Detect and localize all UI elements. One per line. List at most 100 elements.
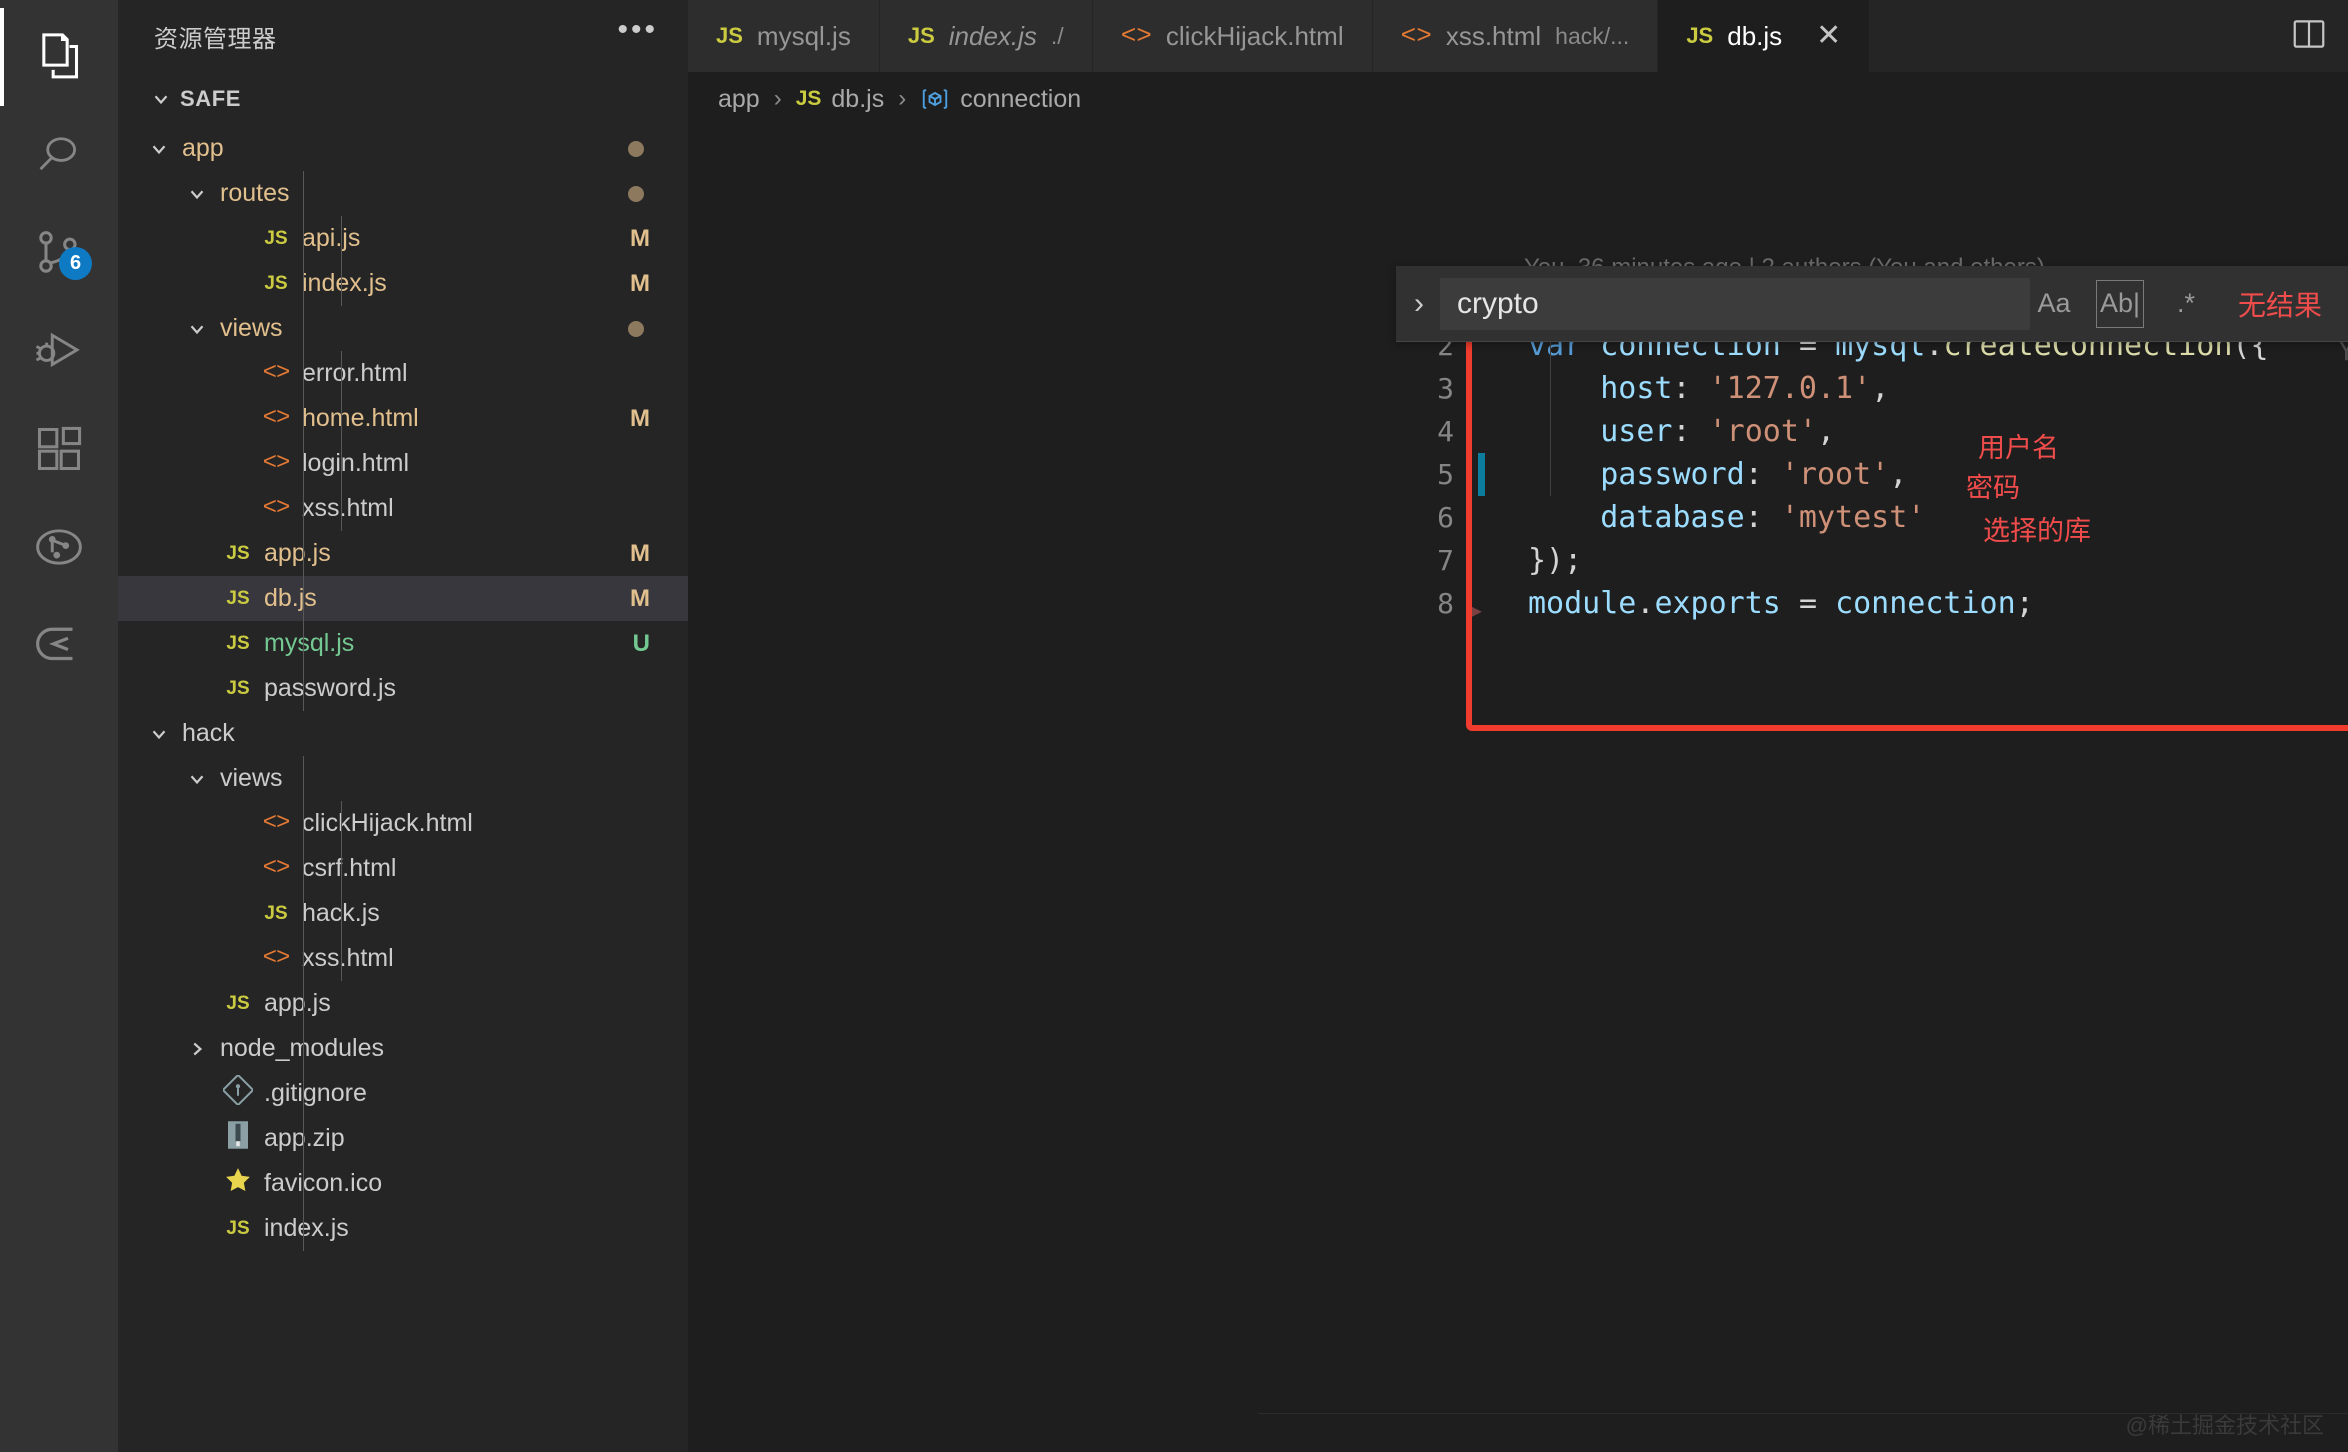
tab-xss-html[interactable]: <> xss.html hack/...: [1372, 0, 1659, 72]
fold-marker-icon[interactable]: ▶: [1470, 589, 1482, 632]
tree-item-index-js[interactable]: JS index.js M: [118, 261, 688, 306]
match-case-icon[interactable]: Aa: [2030, 280, 2078, 328]
chevron-down-icon[interactable]: [140, 723, 178, 745]
tab-clickhijack-html[interactable]: <> clickHijack.html: [1092, 0, 1373, 72]
breadcrumb-separator: ›: [898, 85, 907, 112]
tree-item-login-html[interactable]: <> login.html: [118, 441, 688, 486]
tree-item-password-js[interactable]: JS password.js: [118, 666, 688, 711]
tree-item-db-js[interactable]: JS db.js M: [118, 576, 688, 621]
tree-item-app-js[interactable]: JS app.js M: [118, 531, 688, 576]
tree-item-label: hack: [182, 719, 235, 747]
editor-tabbar: JS mysql.js JS index.js ./ <> clickHijack.html…: [688, 0, 2348, 72]
tree-item-views[interactable]: views: [118, 306, 688, 351]
tree-item-mysql-js[interactable]: JS mysql.js U: [118, 621, 688, 666]
html-icon: <>: [1120, 21, 1152, 51]
breadcrumb-label: connection: [960, 84, 1082, 113]
toggle-replace-icon[interactable]: ›: [1414, 287, 1424, 321]
tree-item-xss-html[interactable]: <> xss.html: [118, 486, 688, 531]
tree-item-home-html[interactable]: <> home.html M: [118, 396, 688, 441]
use-regex-icon[interactable]: .*: [2162, 280, 2210, 328]
breadcrumb-item-db-js[interactable]: JS db.js: [796, 85, 885, 114]
git-status-badge: M: [630, 404, 650, 432]
tree-item-node-modules[interactable]: node_modules: [118, 1026, 688, 1071]
file-tree[interactable]: app routes JS api.js M JS index.js Mviews <> erro…: [118, 126, 688, 1452]
files-icon: [31, 29, 87, 85]
code-line: 6 database: 'mytest': [688, 496, 2348, 539]
sidebar-title: 资源管理器: [154, 25, 277, 53]
tree-item-app[interactable]: app: [118, 126, 688, 171]
code-text: user: 'root',: [1600, 414, 1836, 449]
file-type-icon: <>: [254, 360, 298, 387]
chevron-down-icon[interactable]: [178, 318, 216, 340]
breadcrumb: app › JS db.js › connection: [688, 72, 2348, 126]
tree-item-error-html[interactable]: <> error.html: [118, 351, 688, 396]
tree-item-hack[interactable]: hack: [118, 711, 688, 756]
tree-item-xss-html[interactable]: <> xss.html: [118, 936, 688, 981]
tab-db-js[interactable]: JS db.js ✕: [1658, 0, 1871, 72]
tree-item-views[interactable]: views: [118, 756, 688, 801]
tree-item--gitignore[interactable]: .gitignore: [118, 1071, 688, 1116]
run-debug-icon: [32, 324, 86, 378]
chevron-down-icon[interactable]: [178, 768, 216, 790]
split-editor-icon[interactable]: [2290, 15, 2328, 58]
tree-item-routes[interactable]: routes: [118, 171, 688, 216]
tab-index-js[interactable]: JS index.js ./: [879, 0, 1093, 72]
tree-item-app-js[interactable]: JS app.js: [118, 981, 688, 1026]
tree-item-index-js[interactable]: JS index.js: [118, 1206, 688, 1251]
activity-item-run-and-debug[interactable]: [0, 302, 118, 400]
activity-item-extensions[interactable]: [0, 400, 118, 498]
tab-mysql-js[interactable]: JS mysql.js: [688, 0, 880, 72]
git-status-badge: M: [630, 224, 650, 252]
chevron-down-icon: [142, 88, 180, 110]
tab-label: clickHijack.html: [1165, 20, 1344, 51]
sidebar-more-actions-button[interactable]: •••: [617, 15, 658, 47]
chevron-right-icon[interactable]: [178, 1038, 216, 1060]
tab-description: hack/...: [1555, 22, 1630, 49]
tree-indent-guide: [341, 351, 342, 531]
activity-item-explorer[interactable]: [0, 8, 118, 106]
file-type-icon: <>: [254, 810, 298, 837]
code-text: module.exports = connection;: [1528, 586, 2034, 621]
chevron-down-icon[interactable]: [178, 183, 216, 205]
activity-item-search[interactable]: [0, 106, 118, 204]
activity-item-gitlens[interactable]: [0, 498, 118, 596]
file-type-icon: JS: [216, 1218, 260, 1240]
tree-item-api-js[interactable]: JS api.js M: [118, 216, 688, 261]
breadcrumb-item-connection[interactable]: connection: [920, 84, 1081, 114]
tree-item-label: app.zip: [264, 1124, 345, 1152]
activity-item-source-control[interactable]: 6: [0, 204, 118, 302]
tree-indent-guide: [341, 216, 342, 306]
tree-item-app-zip[interactable]: app.zip: [118, 1116, 688, 1161]
line-number: 3: [1437, 372, 1454, 405]
find-input[interactable]: crypto: [1439, 277, 2030, 330]
tab-label: mysql.js: [756, 20, 851, 51]
tree-item-hack-js[interactable]: JS hack.js: [118, 891, 688, 936]
close-icon[interactable]: ✕: [1816, 21, 1841, 51]
whole-word-icon[interactable]: Ab|: [2095, 279, 2144, 328]
breadcrumb-item-app[interactable]: app: [718, 85, 760, 114]
activity-item-remote-explorer[interactable]: [0, 596, 118, 694]
tree-item-csrf-html[interactable]: <> csrf.html: [118, 846, 688, 891]
tree-item-favicon-ico[interactable]: favicon.ico: [118, 1161, 688, 1206]
file-type-icon: JS: [254, 903, 298, 925]
tree-item-clickhijack-html[interactable]: <> clickHijack.html: [118, 801, 688, 846]
tree-item-label: node_modules: [220, 1034, 385, 1062]
code-editor[interactable]: You, 36 minutes ago | 2 authors (You and…: [688, 126, 2348, 1452]
line-number: 4: [1437, 415, 1454, 448]
chevron-down-icon[interactable]: [140, 138, 178, 160]
find-widget[interactable]: › crypto Aa Ab| .* 无结果: [1395, 266, 2348, 342]
workspace-root-row[interactable]: SAFE: [118, 72, 688, 126]
file-type-icon: JS: [254, 228, 298, 250]
html-file-icon: <>: [262, 945, 291, 972]
line-number: 6: [1437, 501, 1454, 534]
